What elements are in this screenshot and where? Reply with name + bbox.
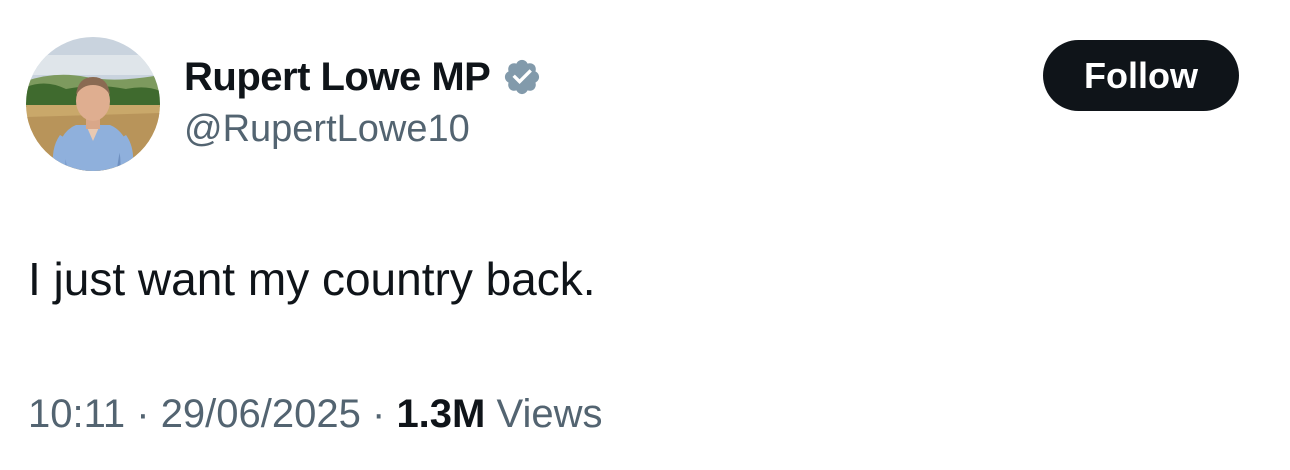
views-count[interactable]: 1.3M: [396, 392, 485, 436]
author-display-name[interactable]: Rupert Lowe MP: [184, 55, 491, 100]
tweet-time[interactable]: 10:11: [28, 392, 125, 436]
meta-separator: ·: [360, 392, 397, 436]
avatar-photo: [26, 37, 160, 171]
author-handle[interactable]: @RupertLowe10: [184, 108, 470, 151]
views-label: Views: [485, 392, 603, 436]
follow-button[interactable]: Follow: [1043, 40, 1239, 111]
author-name-row: Rupert Lowe MP: [184, 52, 542, 102]
tweet-meta: 10:11 · 29/06/2025 · 1.3M Views: [28, 392, 602, 437]
avatar[interactable]: [26, 37, 160, 171]
tweet-card: Rupert Lowe MP @RupertLowe10 Follow I ju…: [0, 0, 1290, 470]
tweet-text: I just want my country back.: [28, 253, 596, 305]
meta-separator: ·: [125, 392, 161, 436]
verified-badge-icon[interactable]: [502, 57, 542, 97]
tweet-date[interactable]: 29/06/2025: [161, 392, 361, 436]
